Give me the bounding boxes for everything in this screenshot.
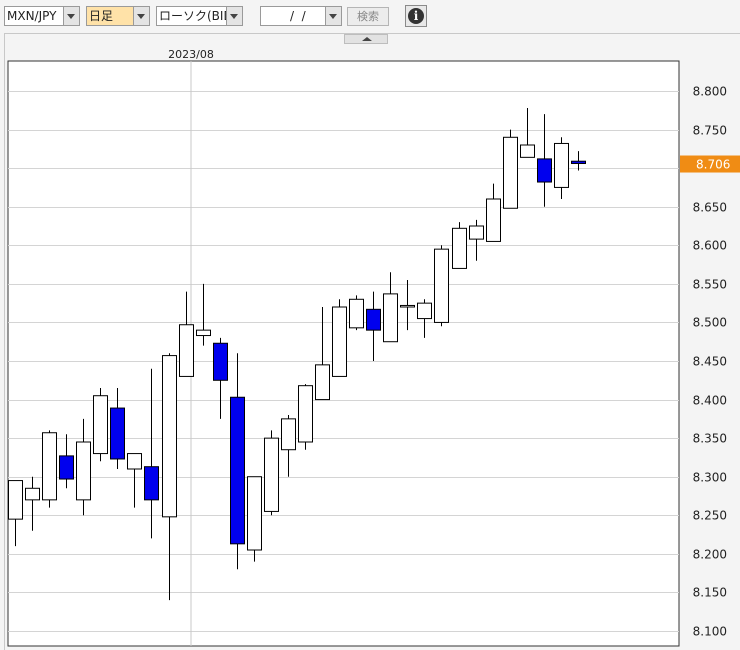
candle-body-up <box>503 136 518 209</box>
candle-body-down <box>144 466 159 501</box>
candle-body-up <box>247 476 262 551</box>
y-tick-label: 8.600 <box>693 239 727 253</box>
current-price-label: 8.706 <box>696 158 730 172</box>
candle-body-up <box>554 142 569 188</box>
candle-body-up <box>162 355 177 518</box>
candle-body-up <box>179 324 194 377</box>
y-tick-label: 8.450 <box>693 355 727 369</box>
candle-body-up <box>76 441 91 501</box>
candle-body-up <box>434 248 449 323</box>
candle-body-down <box>366 308 381 331</box>
y-tick-label: 8.400 <box>693 394 727 408</box>
candle-body-down <box>537 158 552 183</box>
candle-body-up <box>25 487 40 501</box>
candle-body-down <box>230 396 245 545</box>
candle[interactable] <box>247 476 262 562</box>
candle-body-up <box>486 198 501 242</box>
candle-body-up <box>42 432 57 501</box>
candle[interactable] <box>503 129 518 209</box>
y-tick-label: 8.350 <box>693 432 727 446</box>
candle-body-up <box>349 298 364 329</box>
current-price-tag: 8.706 <box>680 155 740 173</box>
candlestick-chart[interactable]: 2023/08 8.8008.7508.7008.6508.6008.5508.… <box>0 0 740 650</box>
candle-body-up <box>196 329 211 337</box>
candle-body-up <box>332 306 347 377</box>
candle[interactable] <box>264 430 279 516</box>
candle-body-up <box>127 453 142 470</box>
candle-body-down <box>571 160 586 165</box>
candle[interactable] <box>434 245 449 327</box>
y-tick-label: 8.750 <box>693 124 727 138</box>
candle-body-up <box>93 395 108 455</box>
candle[interactable] <box>298 384 313 450</box>
y-tick-label: 8.150 <box>693 586 727 600</box>
candle-body-up <box>400 304 415 308</box>
candle-body-up <box>417 302 432 320</box>
candle-body-up <box>469 225 484 240</box>
y-tick-label: 8.300 <box>693 471 727 485</box>
candle-body-up <box>281 418 296 451</box>
candle-body-down <box>110 407 125 460</box>
candle[interactable] <box>349 295 364 331</box>
y-tick-label: 8.500 <box>693 316 727 330</box>
candle[interactable] <box>93 388 108 462</box>
candle-body-down <box>213 342 228 381</box>
candle-body-up <box>8 480 23 520</box>
candle-body-up <box>298 385 313 443</box>
y-tick-label: 8.200 <box>693 548 727 562</box>
candle[interactable] <box>452 222 467 269</box>
y-tick-label: 8.250 <box>693 509 727 523</box>
candle-body-up <box>520 144 535 158</box>
candle-body-up <box>315 364 330 401</box>
candle[interactable] <box>42 430 57 508</box>
y-tick-label: 8.800 <box>693 85 727 99</box>
y-tick-label: 8.550 <box>693 278 727 292</box>
y-tick-label: 8.650 <box>693 201 727 215</box>
candle-body-up <box>383 293 398 343</box>
candle-body-down <box>59 455 74 480</box>
x-axis-date-label: 2023/08 <box>168 48 214 61</box>
y-tick-label: 8.100 <box>693 625 727 639</box>
candle-body-up <box>452 227 467 269</box>
candle-body-up <box>264 437 279 512</box>
candle[interactable] <box>332 299 347 377</box>
